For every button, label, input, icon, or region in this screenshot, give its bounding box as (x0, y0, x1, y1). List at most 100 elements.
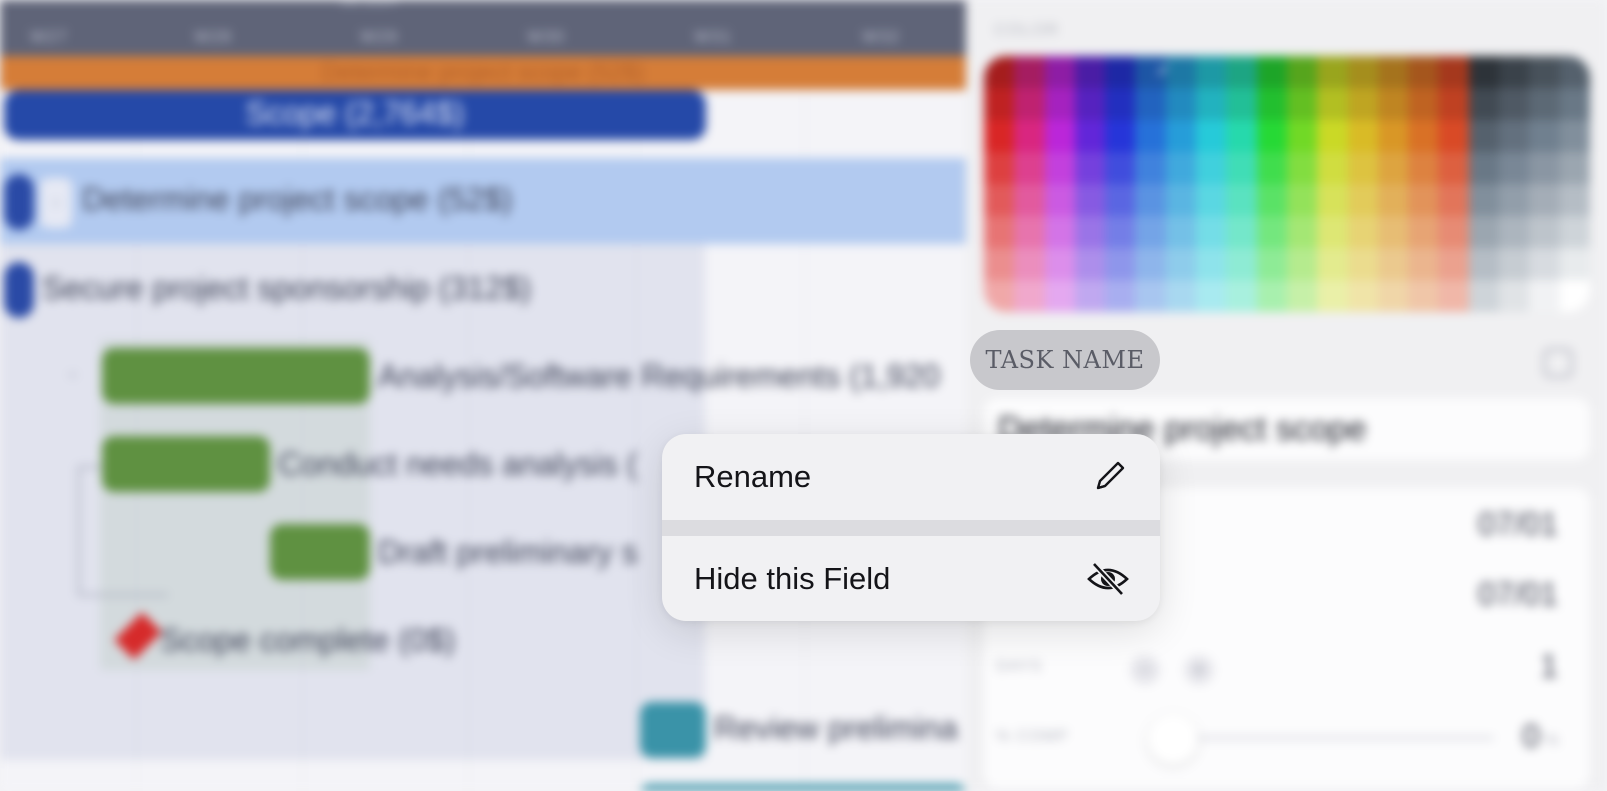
palette-swatch[interactable] (1256, 152, 1287, 184)
palette-swatch[interactable] (1074, 184, 1106, 216)
palette-swatch[interactable] (1529, 120, 1560, 152)
palette-swatch[interactable] (1196, 88, 1227, 120)
palette-swatch[interactable] (1499, 120, 1530, 152)
palette-swatch[interactable] (1559, 120, 1590, 152)
palette-swatch[interactable] (1196, 56, 1227, 88)
palette-swatch[interactable] (1074, 216, 1106, 248)
palette-swatch[interactable] (1286, 88, 1318, 120)
palette-swatch[interactable] (1559, 152, 1590, 184)
palette-swatch[interactable] (1317, 56, 1348, 88)
palette-swatch[interactable] (1468, 120, 1500, 152)
palette-swatch[interactable] (1044, 248, 1075, 280)
palette-swatch[interactable] (1347, 152, 1378, 184)
increment-button[interactable]: + (1184, 655, 1214, 685)
palette-swatch[interactable] (1468, 248, 1500, 280)
palette-swatch[interactable] (1196, 248, 1227, 280)
next-task-bar[interactable] (640, 784, 966, 791)
palette-swatch[interactable] (1499, 280, 1530, 312)
palette-swatch[interactable] (1438, 280, 1469, 312)
palette-swatch[interactable] (1559, 56, 1590, 88)
palette-swatch[interactable] (1559, 248, 1590, 280)
palette-swatch[interactable] (1438, 56, 1469, 88)
finish-date-value[interactable]: 07/01 (1478, 576, 1558, 613)
palette-swatch[interactable] (1499, 56, 1530, 88)
palette-swatch[interactable] (1226, 120, 1257, 152)
palette-swatch[interactable] (1105, 152, 1136, 184)
draft-task-label[interactable]: Draft preliminary s (378, 534, 638, 571)
scope-task-bar[interactable]: Scope (2,764$) (4, 90, 706, 140)
palette-swatch[interactable] (1377, 56, 1409, 88)
palette-swatch[interactable] (1317, 216, 1348, 248)
palette-swatch[interactable] (1074, 120, 1106, 152)
palette-swatch[interactable] (1074, 248, 1106, 280)
palette-swatch[interactable] (984, 248, 1015, 280)
palette-swatch[interactable] (1256, 56, 1287, 88)
palette-swatch[interactable] (1135, 184, 1166, 216)
palette-swatch[interactable] (1044, 88, 1075, 120)
palette-swatch[interactable] (1105, 248, 1136, 280)
palette-swatch[interactable] (1226, 56, 1257, 88)
collapse-toggle[interactable]: › (40, 178, 72, 228)
percent-slider-knob[interactable] (1148, 714, 1198, 764)
needs-analysis-label[interactable]: Conduct needs analysis ( (278, 446, 637, 483)
palette-swatch[interactable] (1529, 56, 1560, 88)
palette-swatch[interactable] (1044, 184, 1075, 216)
palette-swatch[interactable] (1468, 152, 1500, 184)
percent-slider-track[interactable] (1184, 736, 1494, 740)
palette-swatch[interactable] (1014, 248, 1045, 280)
palette-swatch[interactable] (1377, 184, 1409, 216)
palette-swatch[interactable] (1347, 280, 1378, 312)
palette-swatch[interactable] (1347, 88, 1378, 120)
palette-swatch[interactable] (1014, 216, 1045, 248)
palette-swatch[interactable] (1105, 280, 1136, 312)
task-name-field-header[interactable]: TASK NAME (970, 330, 1160, 390)
palette-swatch[interactable] (1468, 88, 1500, 120)
palette-swatch[interactable] (984, 280, 1015, 312)
gantt-chart[interactable]: Jul 2024 W27 W28 W29 W30 W31 W32 Determi… (0, 0, 966, 791)
palette-swatch[interactable] (1226, 152, 1257, 184)
palette-swatch[interactable] (1256, 280, 1287, 312)
palette-swatch[interactable] (1014, 184, 1045, 216)
palette-swatch[interactable] (1529, 280, 1560, 312)
palette-swatch[interactable] (1499, 88, 1530, 120)
palette-swatch[interactable] (1559, 216, 1590, 248)
palette-swatch[interactable] (1074, 88, 1106, 120)
palette-swatch[interactable] (1499, 216, 1530, 248)
palette-swatch[interactable] (1074, 152, 1106, 184)
palette-swatch[interactable] (1014, 152, 1045, 184)
palette-swatch[interactable] (1408, 280, 1439, 312)
review-task-label[interactable]: Review prelimina (714, 710, 958, 747)
palette-swatch[interactable] (1317, 88, 1348, 120)
palette-swatch[interactable] (1347, 184, 1378, 216)
palette-swatch[interactable] (1044, 152, 1075, 184)
palette-swatch[interactable] (1165, 152, 1197, 184)
palette-swatch[interactable] (1105, 56, 1136, 88)
palette-swatch[interactable] (1165, 88, 1197, 120)
palette-swatch[interactable] (1014, 56, 1045, 88)
palette-swatch[interactable] (1226, 184, 1257, 216)
palette-swatch[interactable] (1347, 120, 1378, 152)
scope-complete-label[interactable]: Scope complete (0$) (160, 622, 455, 659)
palette-swatch[interactable] (1347, 216, 1378, 248)
palette-swatch[interactable] (984, 184, 1015, 216)
palette-swatch[interactable] (1347, 56, 1378, 88)
palette-swatch[interactable] (1226, 280, 1257, 312)
palette-swatch[interactable] (1408, 184, 1439, 216)
determine-scope-bar[interactable] (4, 174, 34, 230)
palette-swatch[interactable] (1165, 248, 1197, 280)
palette-swatch[interactable] (1165, 280, 1197, 312)
palette-swatch[interactable] (984, 88, 1015, 120)
color-palette[interactable] (984, 56, 1590, 312)
palette-swatch[interactable] (1196, 216, 1227, 248)
palette-swatch[interactable] (1044, 120, 1075, 152)
palette-swatch[interactable] (1135, 120, 1166, 152)
palette-swatch[interactable] (1135, 248, 1166, 280)
palette-swatch[interactable] (1256, 88, 1287, 120)
palette-swatch[interactable] (1286, 280, 1318, 312)
palette-swatch[interactable] (1408, 120, 1439, 152)
palette-swatch[interactable] (1408, 248, 1439, 280)
palette-swatch[interactable] (1044, 216, 1075, 248)
palette-swatch[interactable] (1286, 184, 1318, 216)
palette-swatch[interactable] (1529, 184, 1560, 216)
palette-swatch[interactable] (1256, 248, 1287, 280)
